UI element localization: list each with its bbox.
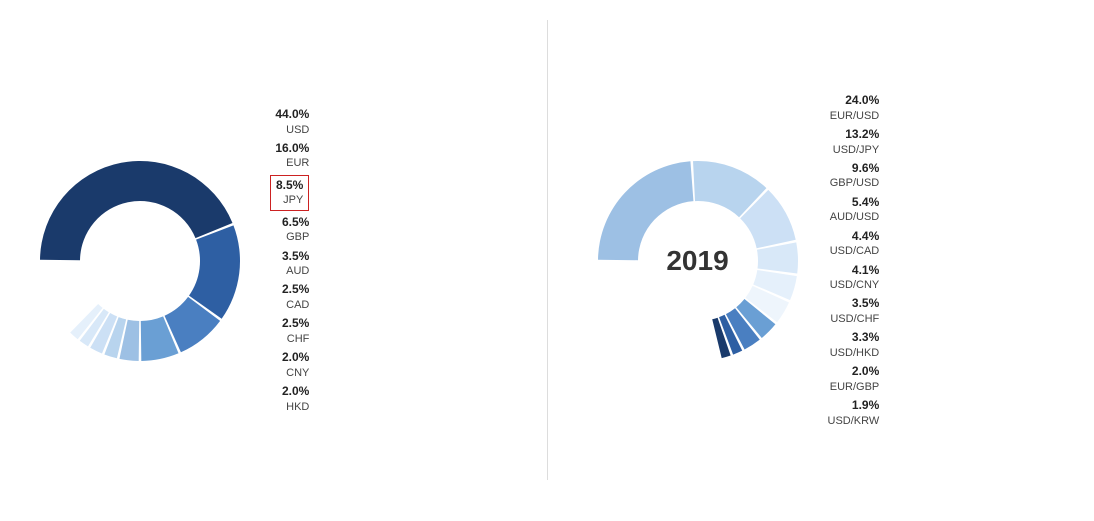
legend-pct: 3.5% <box>282 249 309 265</box>
legend-label: CNY <box>286 366 309 380</box>
right-legend-item: 9.6% GBP/USD <box>828 161 880 191</box>
right-legend-item: 3.5% USD/CHF <box>828 296 880 326</box>
legend-pct: 16.0% <box>275 141 309 157</box>
right-donut-center-label: 2019 <box>666 245 728 277</box>
legend-pct: 2.0% <box>282 384 309 400</box>
right-legend-item: 13.2% USD/JPY <box>828 127 880 157</box>
left-legend-item: 6.5% GBP <box>270 215 309 245</box>
legend-label: AUD <box>286 264 309 278</box>
right-legend-item: 1.9% USD/KRW <box>828 398 880 428</box>
legend-pct: 2.0% <box>852 364 879 380</box>
legend-label: AUD/USD <box>830 210 880 224</box>
legend-label: USD/CAD <box>830 244 880 258</box>
legend-pct: 13.2% <box>845 127 879 143</box>
right-legend-item: 3.3% USD/HKD <box>828 330 880 360</box>
legend-pct: 24.0% <box>845 93 879 109</box>
legend-label: EUR/GBP <box>830 380 880 394</box>
legend-pct: 3.5% <box>852 296 879 312</box>
legend-pct: 4.1% <box>852 263 879 279</box>
legend-pct: 2.5% <box>282 316 309 332</box>
chart-divider <box>547 20 548 480</box>
legend-label: USD/JPY <box>833 143 879 157</box>
left-legend-item: 2.0% CNY <box>270 350 309 380</box>
right-donut-chart: 2019 <box>588 151 808 371</box>
legend-label: EUR/USD <box>830 109 880 123</box>
legend-label: GBP/USD <box>830 176 880 190</box>
right-legend-item: 4.1% USD/CNY <box>828 263 880 293</box>
legend-label: USD/HKD <box>830 346 880 360</box>
right-legend-item: 24.0% EUR/USD <box>828 93 880 123</box>
left-legend-item: 2.0% HKD <box>270 384 309 414</box>
legend-pct: 8.5% <box>276 178 303 194</box>
legend-label: HKD <box>286 400 309 414</box>
legend-pct: 4.4% <box>852 229 879 245</box>
left-legend-item: 2.5% CHF <box>270 316 309 346</box>
left-legend-item: 2.5% CAD <box>270 282 309 312</box>
legend-label: CHF <box>287 332 310 346</box>
right-chart-section: 2019 24.0% EUR/USD 13.2% USD/JPY 9.6% GB… <box>588 20 1065 501</box>
legend-pct: 2.0% <box>282 350 309 366</box>
left-legend-item: 16.0% EUR <box>270 141 309 171</box>
left-legend: 44.0% USD 16.0% EUR 8.5% JPY 6.5% GBP 3.… <box>270 107 309 414</box>
right-legend-item: 5.4% AUD/USD <box>828 195 880 225</box>
legend-pct: 3.3% <box>852 330 879 346</box>
legend-pct: 44.0% <box>275 107 309 123</box>
legend-pct: 9.6% <box>852 161 879 177</box>
legend-label: USD <box>286 123 309 137</box>
left-legend-item: 3.5% AUD <box>270 249 309 279</box>
legend-pct: 5.4% <box>852 195 879 211</box>
legend-label: USD/KRW <box>828 414 880 428</box>
legend-label: EUR <box>286 156 309 170</box>
legend-pct: 2.5% <box>282 282 309 298</box>
legend-label: CAD <box>286 298 309 312</box>
left-legend-item: 8.5% JPY <box>270 175 309 211</box>
right-legend-item: 4.4% USD/CAD <box>828 229 880 259</box>
right-legend: 24.0% EUR/USD 13.2% USD/JPY 9.6% GBP/USD… <box>828 93 880 428</box>
left-legend-item: 44.0% USD <box>270 107 309 137</box>
legend-label: JPY <box>283 193 303 207</box>
legend-label: GBP <box>286 230 309 244</box>
legend-label: USD/CNY <box>830 278 880 292</box>
left-donut-chart <box>30 151 250 371</box>
right-legend-item: 2.0% EUR/GBP <box>828 364 880 394</box>
left-chart-section: 44.0% USD 16.0% EUR 8.5% JPY 6.5% GBP 3.… <box>30 20 507 501</box>
legend-label: USD/CHF <box>830 312 879 326</box>
legend-pct: 1.9% <box>852 398 879 414</box>
legend-pct: 6.5% <box>282 215 309 231</box>
